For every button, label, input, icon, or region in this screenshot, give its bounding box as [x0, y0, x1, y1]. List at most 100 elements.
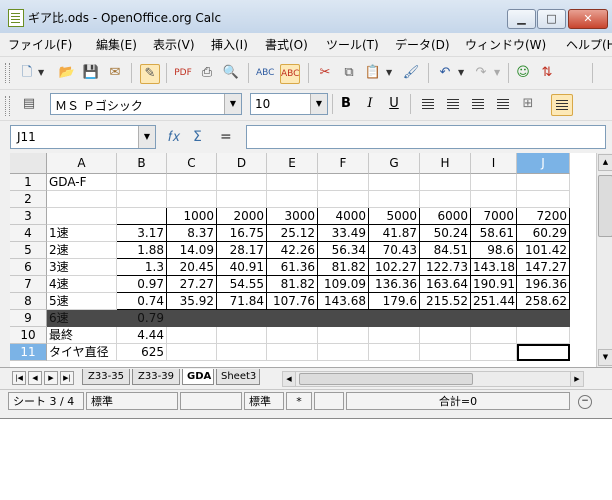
- cell-c7[interactable]: 27.27: [167, 276, 217, 293]
- cell-f4[interactable]: 33.49: [318, 225, 369, 242]
- cell-e2[interactable]: [267, 191, 318, 208]
- row-header-11[interactable]: 11: [10, 344, 47, 361]
- cell-h5[interactable]: 84.51: [420, 242, 471, 259]
- mail-icon[interactable]: ✉: [106, 64, 124, 82]
- cell-d5[interactable]: 28.17: [217, 242, 267, 259]
- row-header-8[interactable]: 8: [10, 293, 47, 310]
- cell-j3[interactable]: 7200: [517, 208, 570, 225]
- cell-d1[interactable]: [217, 174, 267, 191]
- cell-d11[interactable]: [217, 344, 267, 361]
- cell-a6[interactable]: 3速: [47, 259, 117, 276]
- cell-i1[interactable]: [471, 174, 517, 191]
- cell-g7[interactable]: 136.36: [369, 276, 420, 293]
- status-zoom[interactable]: [180, 392, 242, 410]
- name-box[interactable]: J11 ▼: [10, 125, 156, 149]
- spellcheck-icon[interactable]: ABC: [256, 64, 274, 82]
- cell-j7[interactable]: 196.36: [517, 276, 570, 293]
- cell-i3[interactable]: 7000: [471, 208, 517, 225]
- cell-a11[interactable]: タイヤ直径: [47, 344, 117, 361]
- cell-e10[interactable]: [267, 327, 318, 344]
- cell-c1[interactable]: [167, 174, 217, 191]
- cell-b5[interactable]: 1.88: [117, 242, 167, 259]
- chevron-down-icon[interactable]: ▼: [224, 94, 241, 114]
- cell-j9[interactable]: [517, 310, 570, 327]
- scroll-up-icon[interactable]: ▲: [598, 154, 612, 171]
- status-digital-signature[interactable]: [314, 392, 344, 410]
- cell-i11[interactable]: [471, 344, 517, 361]
- cell-g3[interactable]: 5000: [369, 208, 420, 225]
- cell-g6[interactable]: 102.27: [369, 259, 420, 276]
- sheet-tab-gda[interactable]: GDA: [182, 369, 214, 385]
- cell-b1[interactable]: [117, 174, 167, 191]
- column-header-h[interactable]: H: [420, 153, 471, 174]
- toolbar-grip[interactable]: [5, 63, 10, 83]
- row-header-10[interactable]: 10: [10, 327, 47, 344]
- cell-a8[interactable]: 5速: [47, 293, 117, 310]
- cell-i8[interactable]: 251.44: [471, 293, 517, 310]
- select-all-corner[interactable]: [10, 153, 47, 174]
- cell-g10[interactable]: [369, 327, 420, 344]
- spreadsheet-grid[interactable]: A B C D E F G H I J 1 GDA-F 2 3 1000 2000 3000 4000 5000 60…: [10, 153, 596, 367]
- function-wizard-icon[interactable]: 𝑓𝑥: [168, 129, 180, 145]
- cell-e4[interactable]: 25.12: [267, 225, 318, 242]
- cell-b10[interactable]: 4.44: [117, 327, 167, 344]
- undo-dropdown-icon[interactable]: ▼: [458, 68, 464, 77]
- cell-a1[interactable]: GDA-F: [47, 174, 117, 191]
- cell-i4[interactable]: 58.61: [471, 225, 517, 242]
- maximize-button[interactable]: □: [537, 9, 566, 29]
- cell-j2[interactable]: [517, 191, 570, 208]
- cell-j11[interactable]: [517, 344, 570, 361]
- cell-c10[interactable]: [167, 327, 217, 344]
- cell-h10[interactable]: [420, 327, 471, 344]
- cell-d10[interactable]: [217, 327, 267, 344]
- row-header-1[interactable]: 1: [10, 174, 47, 191]
- cell-b8[interactable]: 0.74: [117, 293, 167, 310]
- cell-f3[interactable]: 4000: [318, 208, 369, 225]
- cell-a9[interactable]: 6速: [47, 310, 117, 327]
- bold-icon[interactable]: B: [336, 94, 356, 114]
- sort-icon[interactable]: ⇅: [538, 64, 556, 82]
- cell-g5[interactable]: 70.43: [369, 242, 420, 259]
- cell-d4[interactable]: 16.75: [217, 225, 267, 242]
- cell-a3[interactable]: [47, 208, 117, 225]
- cell-f2[interactable]: [318, 191, 369, 208]
- menu-window[interactable]: ウィンドウ(W): [465, 36, 546, 53]
- cell-f9[interactable]: [318, 310, 369, 327]
- status-insert-mode[interactable]: 標準: [244, 392, 284, 410]
- new-dropdown-icon[interactable]: ▼: [38, 68, 44, 77]
- align-left-icon[interactable]: [418, 94, 438, 114]
- zoom-out-icon[interactable]: −: [578, 395, 592, 409]
- horizontal-scrollbar[interactable]: ◀ ▶: [282, 371, 584, 387]
- cell-e1[interactable]: [267, 174, 318, 191]
- cell-b2[interactable]: [117, 191, 167, 208]
- cell-f8[interactable]: 143.68: [318, 293, 369, 310]
- vertical-scrollbar[interactable]: ▲ ▼: [596, 153, 612, 367]
- redo-icon[interactable]: ↷: [472, 64, 490, 82]
- column-header-f[interactable]: F: [318, 153, 369, 174]
- last-sheet-icon[interactable]: ▶|: [60, 371, 74, 385]
- menu-edit[interactable]: 編集(E): [96, 36, 137, 53]
- cell-i7[interactable]: 190.91: [471, 276, 517, 293]
- cell-c9[interactable]: [167, 310, 217, 327]
- cell-f6[interactable]: 81.82: [318, 259, 369, 276]
- row-header-9[interactable]: 9: [10, 310, 47, 327]
- cell-g4[interactable]: 41.87: [369, 225, 420, 242]
- row-header-3[interactable]: 3: [10, 208, 47, 225]
- menu-help[interactable]: ヘルプ(H): [566, 36, 612, 53]
- column-header-d[interactable]: D: [217, 153, 267, 174]
- cell-a2[interactable]: [47, 191, 117, 208]
- cell-d7[interactable]: 54.55: [217, 276, 267, 293]
- cell-e8[interactable]: 107.76: [267, 293, 318, 310]
- cell-h4[interactable]: 50.24: [420, 225, 471, 242]
- print-icon[interactable]: ⎙: [198, 64, 216, 82]
- cell-h7[interactable]: 163.64: [420, 276, 471, 293]
- cell-h3[interactable]: 6000: [420, 208, 471, 225]
- cell-e9[interactable]: [267, 310, 318, 327]
- cell-i5[interactable]: 98.6: [471, 242, 517, 259]
- cell-c2[interactable]: [167, 191, 217, 208]
- cell-a5[interactable]: 2速: [47, 242, 117, 259]
- row-header-6[interactable]: 6: [10, 259, 47, 276]
- cell-c3[interactable]: 1000: [167, 208, 217, 225]
- vertical-scroll-thumb[interactable]: [598, 175, 612, 237]
- close-button[interactable]: ✕: [568, 9, 608, 29]
